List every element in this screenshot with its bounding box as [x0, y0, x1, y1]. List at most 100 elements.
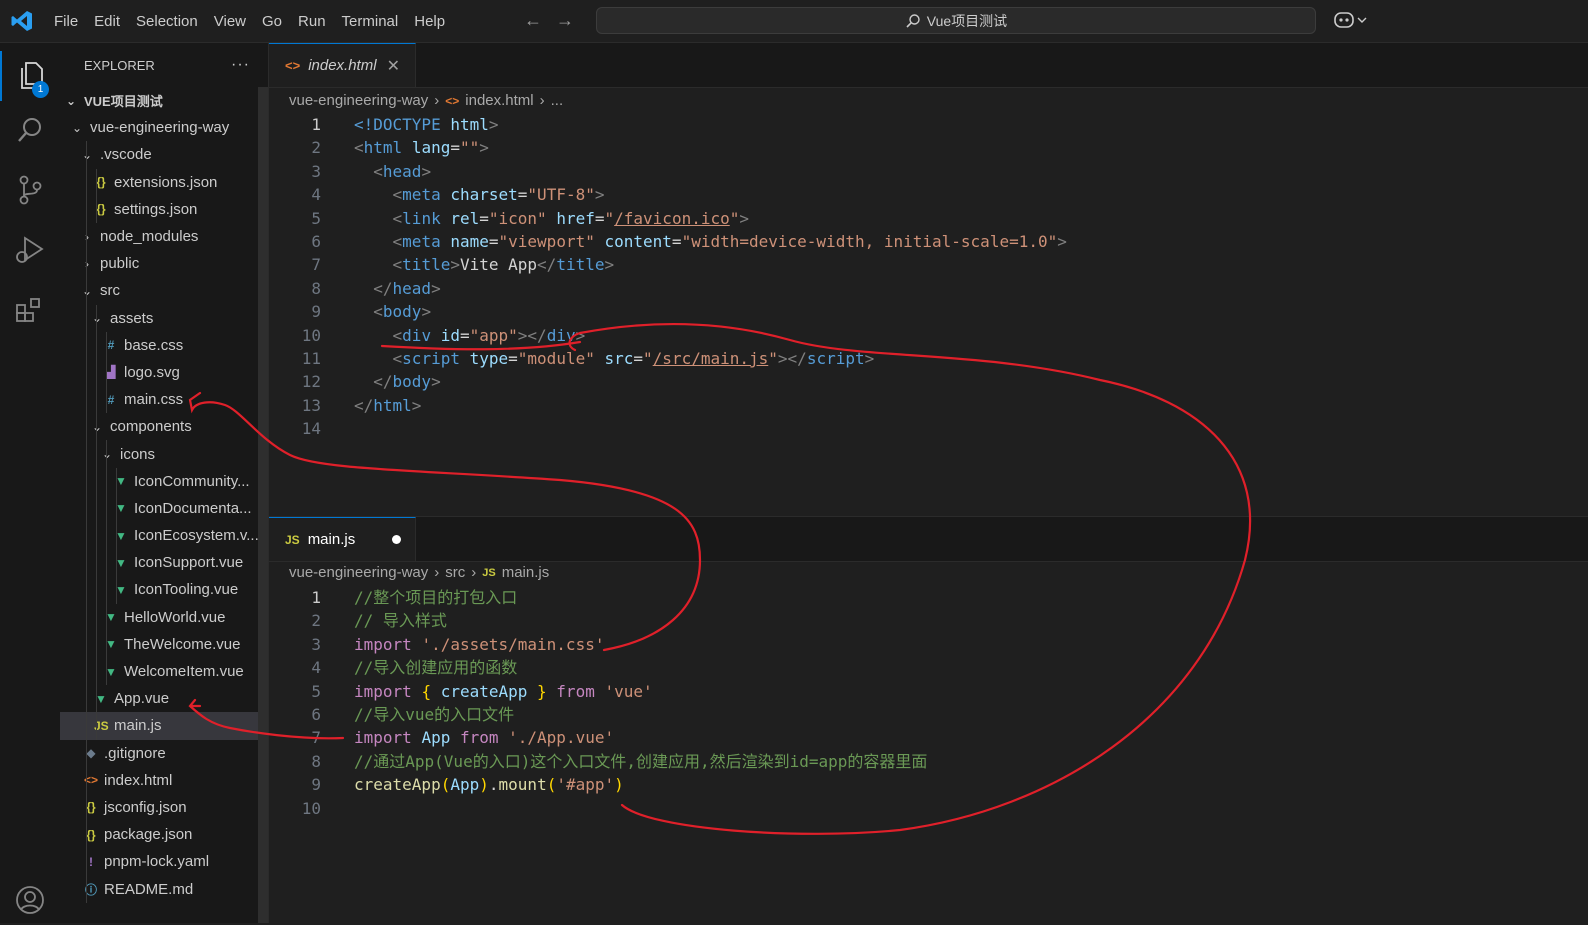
- breadcrumb-item[interactable]: vue-engineering-way: [289, 92, 428, 109]
- sidebar-scrollbar[interactable]: [258, 87, 268, 923]
- tree-file[interactable]: JS main.js: [60, 712, 268, 740]
- tree-folder[interactable]: ⌄ src: [60, 277, 268, 305]
- code-token: script: [806, 349, 865, 368]
- tree-folder[interactable]: ⌄ .vscode: [60, 141, 268, 169]
- menu-help[interactable]: Help: [406, 13, 453, 30]
- tree-file[interactable]: ▼ IconTooling.vue: [60, 576, 268, 604]
- breadcrumb-item[interactable]: main.js: [502, 564, 550, 581]
- tree-file[interactable]: ▼ IconCommunity...: [60, 467, 268, 495]
- tree-file[interactable]: <> index.html: [60, 766, 268, 794]
- indent-guide: [86, 739, 87, 767]
- extensions-icon[interactable]: [0, 285, 60, 335]
- workspace-root[interactable]: ⌄ VUE项目测试: [60, 87, 268, 114]
- line-number: 8: [311, 751, 321, 771]
- tree-file[interactable]: {} jsconfig.json: [60, 793, 268, 822]
- account-icon[interactable]: [0, 875, 60, 925]
- indent-guide: [86, 603, 87, 631]
- forward-arrow-icon[interactable]: →: [556, 10, 574, 31]
- indent-guide: [116, 576, 117, 604]
- code-token: "UTF-8": [527, 185, 595, 205]
- menu-go[interactable]: Go: [254, 13, 290, 30]
- menu-selection[interactable]: Selection: [128, 13, 206, 30]
- code-token: script: [402, 349, 470, 368]
- run-debug-icon[interactable]: [0, 225, 60, 275]
- js-icon: JS: [482, 566, 496, 579]
- indent-guide: [96, 603, 97, 631]
- line-number: 7: [311, 255, 321, 275]
- chevron-down-icon: ⌄: [81, 283, 93, 298]
- tree-folder[interactable]: ⌄ assets: [60, 304, 268, 332]
- explorer-icon[interactable]: 1: [0, 51, 62, 101]
- tree-file[interactable]: ▼ TheWelcome.vue: [60, 630, 268, 658]
- indent-guide: [106, 440, 107, 468]
- search-icon[interactable]: [0, 105, 60, 155]
- code-token: >: [604, 255, 615, 275]
- menu-file[interactable]: File: [46, 13, 86, 30]
- code-token: >: [411, 395, 422, 415]
- tree-file[interactable]: ! pnpm-lock.yaml: [60, 848, 268, 876]
- menu-edit[interactable]: Edit: [86, 13, 128, 30]
- tree-file[interactable]: ▼ IconSupport.vue: [60, 549, 268, 577]
- back-arrow-icon[interactable]: ←: [524, 10, 542, 31]
- code-text: <html lang="">: [354, 136, 489, 159]
- menu-run[interactable]: Run: [290, 13, 334, 30]
- tab-main-js[interactable]: JS main.js: [269, 517, 416, 561]
- menu-terminal[interactable]: Terminal: [334, 13, 407, 30]
- code-token: "app": [469, 325, 518, 345]
- tab-index-html[interactable]: <> index.html ✕: [269, 43, 416, 87]
- breadcrumb-item[interactable]: src: [445, 564, 465, 581]
- tree-folder[interactable]: › node_modules: [60, 222, 268, 251]
- code-token: ": [768, 349, 778, 368]
- tree-item-label: extensions.json: [114, 173, 218, 191]
- tree-file[interactable]: # main.css: [60, 386, 268, 414]
- copilot-icon[interactable]: [1334, 9, 1368, 36]
- tree-file[interactable]: {} settings.json: [60, 195, 268, 223]
- tree-folder[interactable]: ⌄ icons: [60, 440, 268, 468]
- tree-file[interactable]: ▼ HelloWorld.vue: [60, 603, 268, 631]
- command-center-search[interactable]: Vue项目测试: [596, 7, 1316, 34]
- tree-folder[interactable]: ⌄ vue-engineering-way: [60, 114, 268, 141]
- tree-folder[interactable]: › public: [60, 250, 268, 278]
- tree-file[interactable]: ▼ IconEcosystem.v...: [60, 522, 268, 550]
- code-token: head: [382, 161, 422, 181]
- tree-file[interactable]: ▼ IconDocumenta...: [60, 494, 268, 522]
- tree-file[interactable]: ⓘ README.md: [60, 875, 268, 903]
- tree-file[interactable]: # base.css: [60, 331, 268, 359]
- menu-view[interactable]: View: [206, 13, 254, 30]
- breadcrumb-item[interactable]: index.html: [465, 92, 533, 109]
- breadcrumb-top: vue-engineering-way › <> index.html › ..…: [289, 92, 563, 109]
- close-icon[interactable]: ✕: [387, 56, 400, 76]
- code-line: 2 <html lang="">: [269, 136, 489, 159]
- line-number: 6: [311, 705, 321, 724]
- code-token: title: [402, 255, 451, 275]
- code-token: /favicon.ico: [614, 208, 730, 228]
- unsaved-dot-icon[interactable]: [392, 535, 401, 544]
- tree-file[interactable]: ◆ .gitignore: [60, 739, 268, 767]
- line-number: 2: [311, 611, 321, 631]
- code-text: <!DOCTYPE html>: [354, 113, 499, 136]
- more-actions-icon[interactable]: ···: [231, 56, 250, 74]
- code-token: html: [450, 115, 489, 134]
- tree-file[interactable]: ▼ App.vue: [60, 685, 268, 713]
- code-line: 8 </head>: [269, 277, 440, 300]
- code-token: =: [450, 138, 460, 158]
- indent-guide: [96, 331, 97, 359]
- tree-file[interactable]: {} package.json: [60, 821, 268, 849]
- tree-file[interactable]: ▼ WelcomeItem.vue: [60, 657, 268, 686]
- tree-file[interactable]: {} extensions.json: [60, 168, 268, 196]
- chevron-down-icon: ⌄: [91, 311, 103, 326]
- tree-item-label: assets: [110, 309, 154, 327]
- code-token: body: [392, 372, 432, 392]
- code-text: import App from './App.vue': [354, 726, 614, 749]
- line-number: 8: [311, 278, 321, 298]
- indent-guide: [86, 494, 87, 522]
- indent-guide: [96, 168, 97, 196]
- code-token: head: [392, 278, 432, 298]
- breadcrumb-item[interactable]: vue-engineering-way: [289, 564, 428, 581]
- source-control-icon[interactable]: [0, 165, 60, 215]
- tree-item-label: WelcomeItem.vue: [124, 663, 244, 681]
- code-token: <!DOCTYPE: [354, 115, 451, 134]
- breadcrumb-item[interactable]: ...: [551, 92, 564, 109]
- tree-folder[interactable]: ⌄ components: [60, 413, 268, 441]
- tree-file[interactable]: ▟ logo.svg: [60, 358, 268, 387]
